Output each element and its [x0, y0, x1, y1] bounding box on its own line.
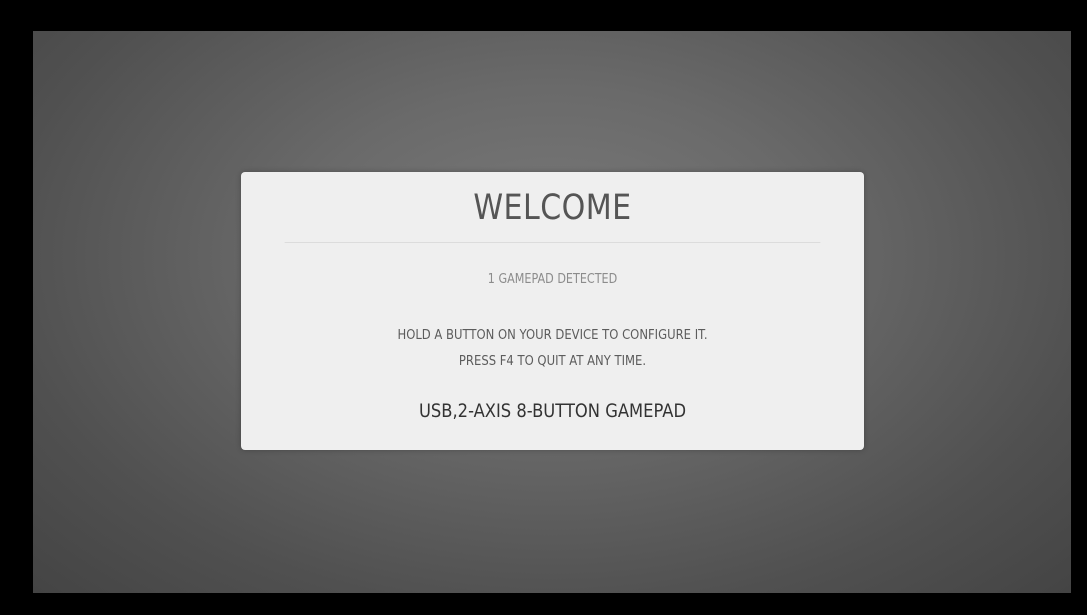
dialog-title: WELCOME [284, 172, 821, 243]
device-name: USB,2-AXIS 8-BUTTON GAMEPAD [418, 400, 687, 422]
instruction-line-configure: HOLD A BUTTON ON YOUR DEVICE TO CONFIGUR… [397, 327, 708, 343]
welcome-dialog: WELCOME 1 GAMEPAD DETECTED HOLD A BUTTON… [241, 172, 864, 450]
screen-background: WELCOME 1 GAMEPAD DETECTED HOLD A BUTTON… [33, 31, 1071, 593]
instructions-text: HOLD A BUTTON ON YOUR DEVICE TO CONFIGUR… [285, 322, 821, 374]
gamepad-detected-text: 1 GAMEPAD DETECTED [487, 272, 618, 287]
instruction-line-quit: PRESS F4 TO QUIT AT ANY TIME. [458, 353, 647, 369]
